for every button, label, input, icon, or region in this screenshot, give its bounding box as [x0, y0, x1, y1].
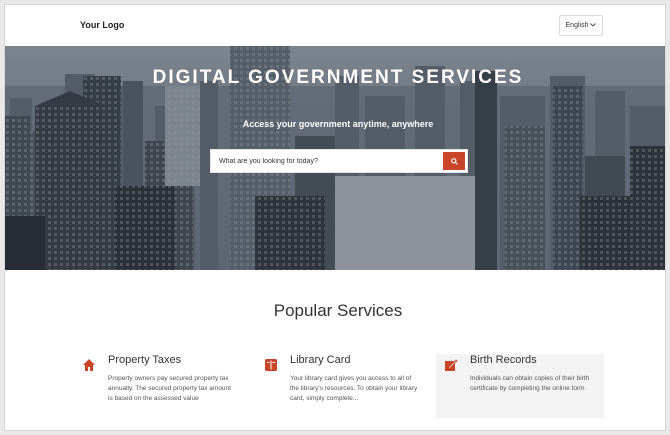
language-label: English: [565, 22, 589, 29]
chevron-down-icon: [590, 22, 597, 29]
site-header: Your Logo English: [5, 5, 665, 46]
search-icon: [450, 152, 458, 170]
page: Your Logo English DIGITAL GOVERNMENT SER…: [5, 5, 665, 430]
search-button[interactable]: [443, 152, 465, 170]
service-card-property-taxes[interactable]: Property Taxes Property owners pay secur…: [77, 354, 245, 418]
service-title[interactable]: Birth Records: [470, 354, 537, 366]
house-icon: [82, 358, 96, 372]
book-icon: [264, 358, 278, 372]
hero-subtitle: Access your government anytime, anywhere: [242, 119, 434, 129]
search-bar: [210, 149, 468, 173]
service-title[interactable]: Library Card: [290, 354, 351, 366]
service-title[interactable]: Property Taxes: [108, 354, 181, 366]
service-description: Your library card gives you access to al…: [290, 375, 418, 402]
site-logo[interactable]: Your Logo: [80, 20, 124, 30]
service-card-birth-records[interactable]: Birth Records Individuals can obtain cop…: [436, 354, 604, 418]
certificate-edit-icon: [444, 358, 458, 372]
language-selector[interactable]: English: [559, 15, 603, 36]
service-description: Property owners pay secured property tax…: [108, 375, 231, 402]
service-card-library-card[interactable]: Library Card Your library card gives you…: [259, 354, 427, 418]
search-input[interactable]: [211, 150, 441, 172]
popular-services-heading: Popular Services: [273, 301, 403, 320]
service-description: Individuals can obtain copies of their b…: [470, 375, 590, 392]
hero-title: DIGITAL GOVERNMENT SERVICES: [152, 67, 524, 88]
